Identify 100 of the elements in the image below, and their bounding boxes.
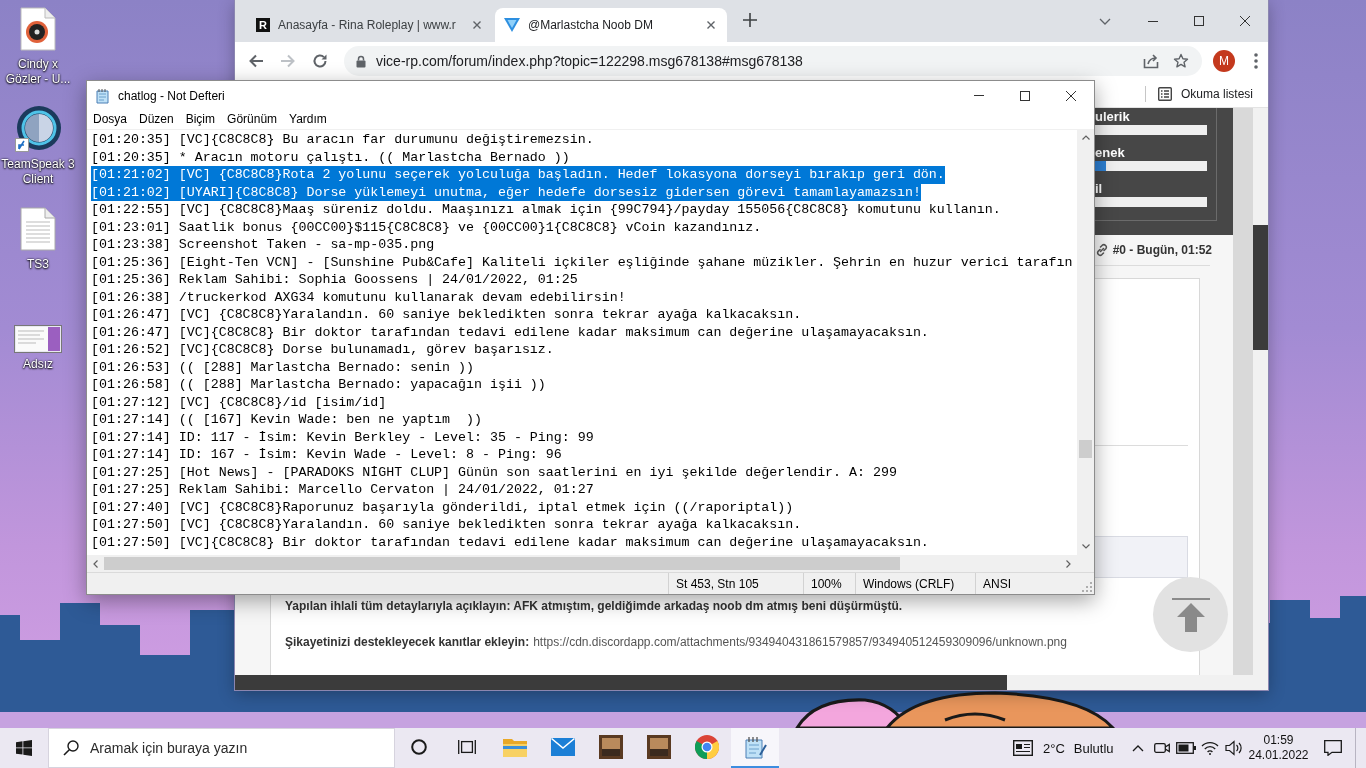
volume-icon xyxy=(1225,740,1243,756)
battery-icon xyxy=(1176,742,1196,754)
star-icon xyxy=(1173,53,1189,69)
window-title: chatlog - Not Defteri xyxy=(118,88,225,103)
log-line: [01:26:47] [VC]{C8C8C8} Bir doktor tarafından tedavi edilene kadar maksimum can değerine ulaşamayacaksın. xyxy=(91,323,929,341)
image-thumbnail-icon[interactable] xyxy=(14,325,62,353)
report-answer: Yapılan ihlali tüm detaylarıyla açıklayın: AFK atmıştım, geldiğimde arkadaş noob dm atmış beni düşürmüştü. xyxy=(285,598,903,615)
lock-icon xyxy=(356,54,366,68)
status-text: Windows (CRLF) xyxy=(863,576,955,591)
status-text: St 453, Stn 105 xyxy=(676,576,759,591)
log-line: [01:27:25] Reklam Sahibi: Marcello Cervaton | 24/01/2022, 01:27 xyxy=(91,481,594,499)
camera-icon xyxy=(1154,740,1170,756)
circle-icon xyxy=(411,739,427,755)
log-line: [01:27:25] [Hot News] - [PARADOKS NİGHT CLUP] Günün son saatlerini en iyi şekilde değerlendir. A: 299 xyxy=(91,463,897,481)
log-line: [01:26:53] (( [288] Marlastcha Bernado: senin )) xyxy=(91,358,474,376)
chevron-up-icon xyxy=(1132,744,1144,752)
log-line: [01:26:58] (( [288] Marlastcha Bernado: yapacağın işii )) xyxy=(91,376,546,394)
link-icon xyxy=(1094,243,1109,257)
menu-icon xyxy=(1254,53,1258,69)
task-view-icon xyxy=(458,739,476,755)
share-icon xyxy=(1143,53,1159,69)
text-file-icon[interactable] xyxy=(20,207,56,251)
maximize-icon xyxy=(1020,90,1030,101)
text-area[interactable] xyxy=(87,129,1077,555)
scrollbar-thumb[interactable] xyxy=(104,557,900,570)
log-line: [01:23:01] Saatlik bonus {00CC00}$115{C8C8C8} ve {00CC00}1{C8C8C8} vCoin kazandınız. xyxy=(91,218,762,236)
profile-avatar[interactable]: M xyxy=(1213,50,1235,72)
log-line: [01:26:52] [VC]{C8C8C8} Dorse bulunamadı, görev başarısız. xyxy=(91,341,554,359)
reading-list-icon xyxy=(1157,86,1172,101)
clock-time: 01:59 xyxy=(1263,733,1294,748)
log-line: [01:27:14] (( [167] Kevin Wade: ben ne yaptım )) xyxy=(91,411,482,429)
scrollbar-thumb[interactable] xyxy=(1253,225,1268,350)
folder-icon xyxy=(503,737,527,757)
browser-tab[interactable]: @Marlastcha Noob DM xyxy=(495,8,727,42)
log-line: [01:25:36] [Eight-Ten VCN] - [Sunshine Pub&Cafe] Kaliteli içkiler eşliğinde şahane müzikler. Şehrin en huzur verici tarafın xyxy=(91,253,1073,271)
field-label: Şikayetinizi destekleyecek kanıtlar ekleyin: xyxy=(285,634,530,651)
weather-condition-text: Bulutlu xyxy=(1073,740,1114,756)
menu-item[interactable]: Biçim xyxy=(179,110,222,129)
scrollbar-thumb[interactable] xyxy=(1079,440,1092,458)
log-line: [01:27:14] ID: 167 - İsim: Kevin Wade - Level: 8 - Ping: 96 xyxy=(91,446,562,464)
site-favicon: R xyxy=(256,18,270,32)
ring-logo-icon[interactable] xyxy=(15,106,61,152)
close-icon xyxy=(707,21,715,29)
music-file-icon[interactable] xyxy=(20,7,56,51)
game-app-icon xyxy=(647,735,671,759)
address-bar[interactable]: vice-rp.com/forum/index.php?topic=122298.msg678138#msg678138 xyxy=(344,46,1202,76)
stat-label: enek xyxy=(1095,145,1126,160)
log-line: [01:27:50] [VC]{C8C8C8} Bir doktor tarafından tedavi edilene kadar maksimum can değerine ulaşamayacaksın. xyxy=(91,533,929,551)
news-icon xyxy=(1013,740,1033,756)
temperature-text: 2°C xyxy=(1043,740,1065,756)
clock-button[interactable]: 01:59 24.01.2022 xyxy=(1246,728,1311,768)
log-line: [01:27:14] ID: 117 - İsim: Kevin Berkley - Level: 35 - Ping: 99 xyxy=(91,428,594,446)
log-line: [01:26:47] [VC] {C8C8C8}Yaralandın. 60 saniye bekledikten sonra tekrar ayağa kalkacaksın. xyxy=(91,306,802,324)
log-line: [01:26:38] /truckerkod AXG34 komutunu kullanarak devam edebilirsin! xyxy=(91,288,626,306)
mail-icon xyxy=(551,738,575,756)
search-field[interactable]: Aramak için buraya yazın xyxy=(48,728,395,768)
game-app-icon xyxy=(599,735,623,759)
reading-list-button[interactable]: Okuma listesi xyxy=(1155,81,1255,106)
notepad-icon xyxy=(743,735,767,759)
log-line: [01:27:40] [VC] {C8C8C8}Raporunuz başarıyla gönderildi, iptal etmek için ((/raporiptal)) xyxy=(91,498,794,516)
log-line: [01:22:55] [VC] {C8C8C8}Maaş süreniz doldu. Maaşınızı almak için {99C794}/payday 155056{C8C8C8} komutunu kullanın. xyxy=(91,201,1001,219)
menu-item[interactable]: Görünüm xyxy=(221,110,284,129)
scrollbar-thumb[interactable] xyxy=(235,675,1007,690)
back-arrow-icon xyxy=(248,53,264,69)
close-icon xyxy=(473,21,481,29)
stat-label: il xyxy=(1095,181,1104,196)
forward-arrow-icon xyxy=(280,53,296,69)
post-permalink[interactable]: #0 - Bugün, 01:52 xyxy=(1094,243,1212,257)
log-line: [01:23:38] Screenshot Taken - sa-mp-035.png xyxy=(91,236,435,254)
clock-date: 24.01.2022 xyxy=(1248,748,1309,763)
minimize-icon xyxy=(1148,20,1158,22)
weather-button[interactable]: 2°C Bulutlu xyxy=(1005,728,1126,768)
notepad-icon xyxy=(95,87,111,104)
plus-icon xyxy=(743,12,757,27)
notification-icon xyxy=(1324,740,1342,756)
wifi-icon xyxy=(1201,741,1219,755)
triangle-logo-icon xyxy=(504,18,520,32)
browser-tab[interactable]: R Anasayfa - Rina Roleplay | www.r xyxy=(247,8,493,42)
close-icon xyxy=(1066,90,1076,101)
log-line: [01:20:35] [VC]{C8C8C8} Bu aracın far durumunu değiştiremezsin. xyxy=(91,131,594,149)
status-text: ANSI xyxy=(983,576,1011,591)
log-line: [01:20:35] * Aracın motoru çalıştı. (( Marlastcha Bernado )) xyxy=(91,148,570,166)
chevron-down-icon xyxy=(1099,17,1111,25)
close-icon xyxy=(1240,16,1250,26)
attachment-link[interactable]: https://cdn.discordapp.com/attachments/934940431861579857/934940512459309096/unknown.png xyxy=(533,633,1067,651)
maximize-icon xyxy=(1194,16,1204,26)
menu-item[interactable]: Düzen xyxy=(133,110,180,129)
browser-icon xyxy=(695,735,719,759)
menu-item[interactable]: Yardım xyxy=(283,110,333,129)
status-text: 100% xyxy=(811,576,842,591)
search-icon xyxy=(63,740,79,756)
stat-label: ulerik xyxy=(1095,109,1131,124)
log-line: [01:25:36] Reklam Sahibi: Sophia Goossens | 24/01/2022, 01:25 xyxy=(91,271,578,289)
reload-icon xyxy=(312,53,328,69)
log-line: [01:27:50] [VC] {C8C8C8}Yaralandın. 60 saniye bekledikten sonra tekrar ayağa kalkacaksın. xyxy=(91,516,802,534)
minimize-icon xyxy=(974,95,984,96)
log-line: [01:27:12] [VC] {C8C8C8}/id [isim/id] xyxy=(91,393,387,411)
windows-logo-icon xyxy=(16,740,32,756)
resize-grip-icon[interactable] xyxy=(1082,582,1092,592)
menu-item[interactable]: Dosya xyxy=(87,110,133,129)
